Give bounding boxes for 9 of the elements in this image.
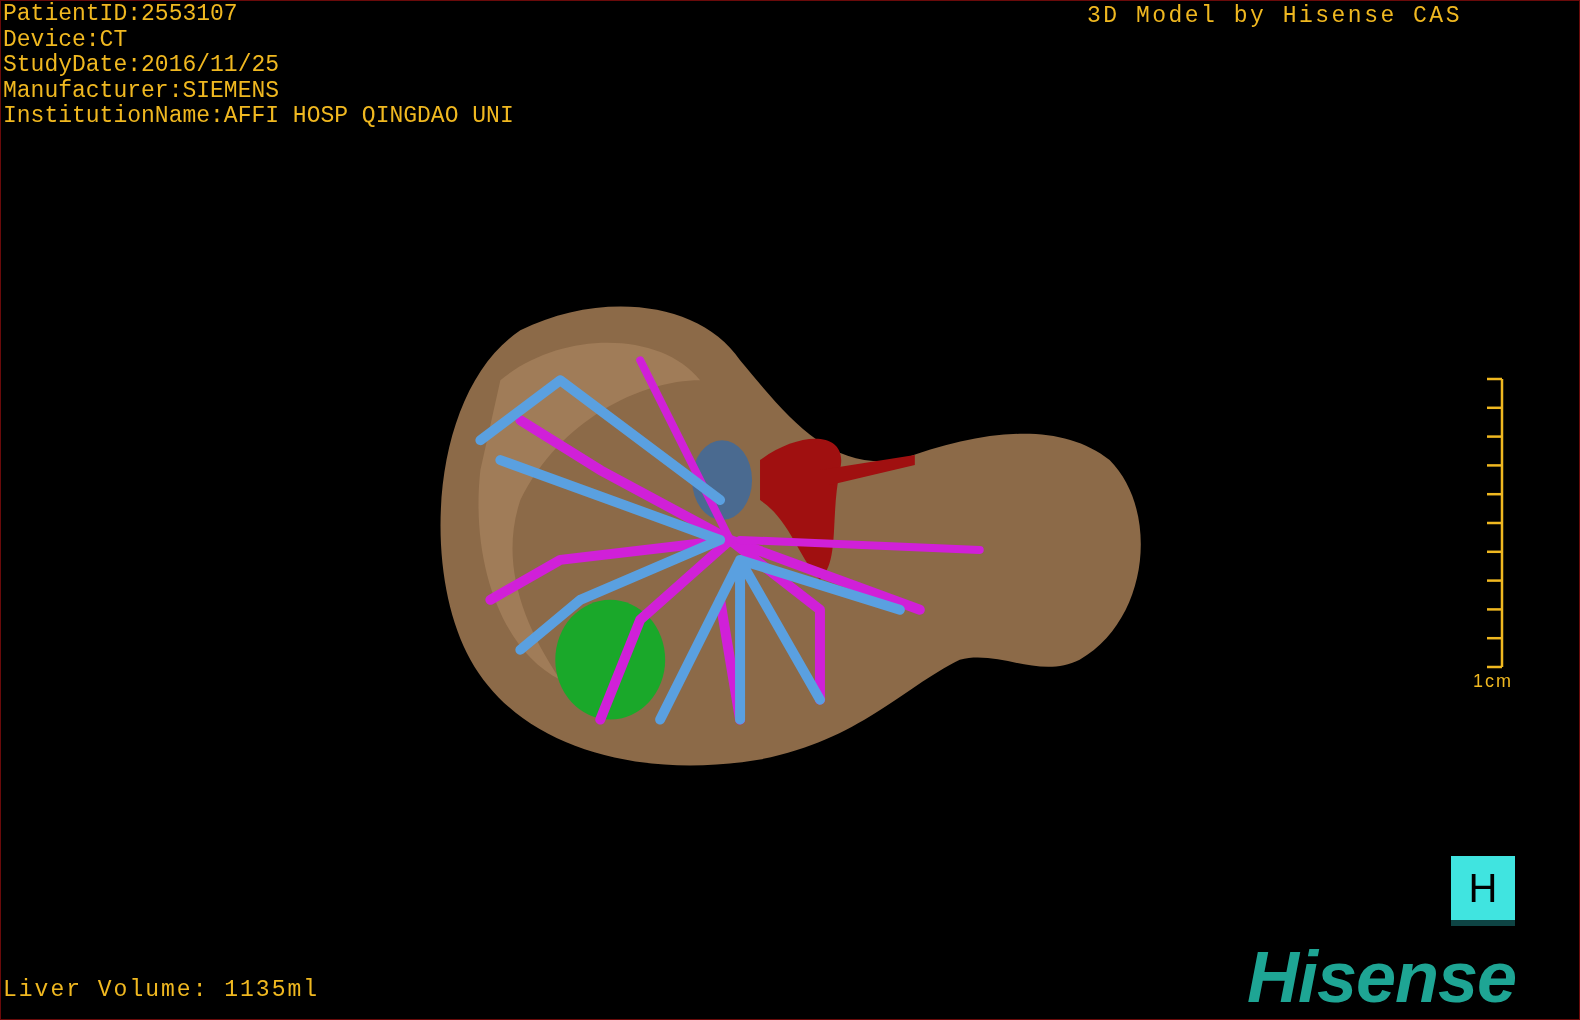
patient-info-text: PatientID:2553107 [3,2,238,28]
liver-volume-text: Liver Volume: 1135ml [3,977,320,1003]
patient-info-text: InstitutionName:AFFI HOSP QINGDAO UNI [3,104,514,130]
logo: Hisense [1247,939,1517,1015]
patient-info-text: Device:CT [3,27,128,53]
patient-info-text: StudyDate:2016/11/25 [3,53,280,79]
model-credit-text: 3D Model by Hisense CAS [1087,3,1462,29]
patient-info-text: Manufacturer:SIEMENS [3,78,280,104]
scale-label: 1cm [1473,671,1513,691]
